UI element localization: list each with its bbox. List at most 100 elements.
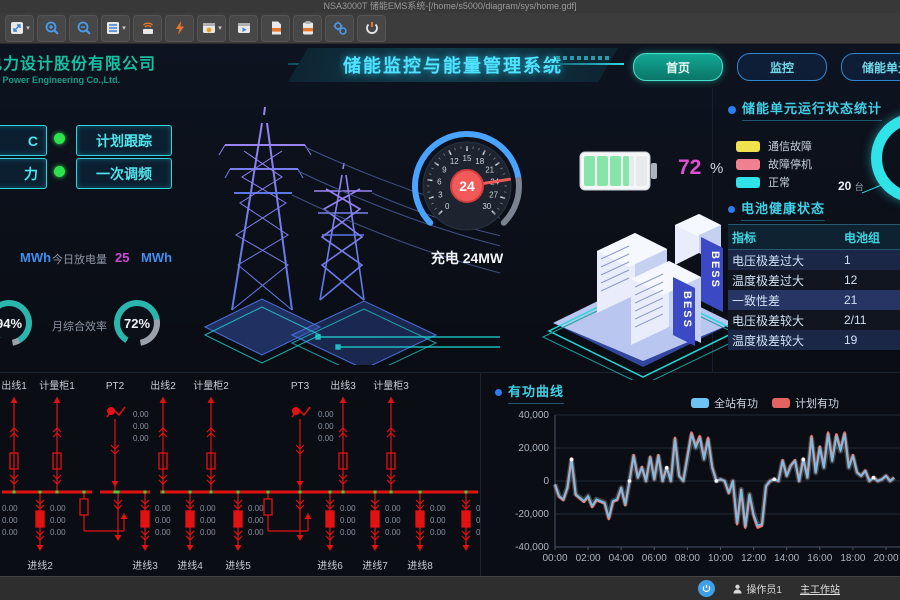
svg-text:0.00: 0.00: [430, 528, 446, 537]
list-menu-button[interactable]: ▾: [101, 15, 130, 42]
svg-text:12:00: 12:00: [741, 553, 766, 564]
svg-text:00:00: 00:00: [542, 553, 567, 564]
svg-text:0.00: 0.00: [133, 410, 149, 419]
display-window-button[interactable]: ▾: [197, 15, 226, 42]
health-col-2: 电池组: [840, 225, 900, 250]
comm-device-button[interactable]: [133, 15, 162, 42]
bottom-feeder-label: 进线6: [317, 559, 343, 572]
main-nav: 首页监控储能单元系统状态: [633, 53, 900, 81]
svg-text:0: 0: [445, 202, 450, 211]
nav-tab-3[interactable]: 储能单元: [841, 53, 900, 81]
discharge-value: 25: [115, 250, 129, 265]
status-section-title: 储能单元运行状态统计: [728, 98, 882, 121]
svg-text:0.00: 0.00: [2, 504, 18, 513]
svg-text:0: 0: [543, 476, 549, 487]
company-logo: 电力设计股份有限公司 gfu Power Engineering Co.,Ltd…: [0, 50, 246, 85]
session-icon[interactable]: [698, 580, 715, 597]
svg-text:08:00: 08:00: [675, 553, 700, 564]
svg-text:02:00: 02:00: [576, 553, 601, 564]
health-row-1[interactable]: 电压极差过大1停: [728, 250, 900, 271]
bottom-feeder-label: 进线5: [225, 559, 251, 572]
svg-text:0.00: 0.00: [340, 528, 356, 537]
zoom-out-icon: [76, 20, 92, 36]
list-menu-icon: [105, 20, 121, 36]
efficiency-gauge-72: 72%: [114, 300, 160, 346]
bottom-feeder-label: 进线4: [177, 559, 203, 572]
health-row-3[interactable]: 一致性差21停: [728, 290, 900, 310]
battery-soc-unit: %: [710, 160, 723, 177]
svg-text:0.00: 0.00: [50, 516, 66, 525]
top-feeder-label: 出线3: [330, 379, 356, 392]
health-section-title: 电池健康状态: [728, 198, 825, 221]
chart-legend-item-2[interactable]: 计划有功: [772, 395, 839, 411]
svg-text:0.00: 0.00: [248, 516, 264, 525]
svg-text:06:00: 06:00: [642, 553, 667, 564]
nav-tab-2[interactable]: 监控: [737, 53, 827, 81]
svg-text:0.00: 0.00: [248, 504, 264, 513]
svg-text:0.00: 0.00: [318, 410, 334, 419]
discharge-unit: MWh: [141, 250, 172, 265]
svg-text:21: 21: [485, 166, 494, 175]
svg-text:BESS: BESS: [681, 291, 693, 329]
plan-tracking-button[interactable]: 计划跟踪: [76, 125, 172, 156]
svg-text:20:00: 20:00: [873, 553, 898, 564]
zoom-out-button[interactable]: [69, 15, 98, 42]
workstation-link[interactable]: 主工作站: [800, 581, 840, 596]
svg-text:0.00: 0.00: [50, 504, 66, 513]
health-row-2[interactable]: 温度极差过大12停: [728, 270, 900, 290]
bottom-feeder-label: 进线2: [27, 559, 53, 572]
system-title: 储能监控与能量管理系统: [343, 52, 563, 78]
svg-text:9: 9: [442, 166, 447, 175]
power-flash-button[interactable]: [165, 15, 194, 42]
top-feeder-label: 出线1: [1, 379, 27, 392]
run-window-icon: [236, 20, 252, 36]
donut-count-label: 20 台: [838, 179, 864, 193]
power-button[interactable]: [357, 15, 386, 42]
charge-power-gauge: 03691215182124273024: [392, 120, 542, 250]
primary-freq-button[interactable]: 一次调频: [76, 158, 172, 189]
window-title: NSA3000T 储能EMS系统-[/home/s5000/diagram/sy…: [0, 0, 900, 13]
mode-button-clipped-2[interactable]: 力: [0, 158, 47, 189]
report-doc-icon: [268, 20, 284, 36]
svg-text:30: 30: [482, 202, 491, 211]
svg-text:12: 12: [450, 157, 459, 166]
health-row-5[interactable]: 温度极差较大19检: [728, 330, 900, 350]
svg-text:0.00: 0.00: [476, 528, 480, 537]
run-window-button[interactable]: [229, 15, 258, 42]
bess-containers-illustration: BESS BESS: [535, 195, 735, 380]
chart-legend-item-1[interactable]: 全站有功: [691, 395, 758, 411]
svg-text:BESS: BESS: [709, 251, 721, 289]
top-feeder-label: PT2: [106, 381, 125, 392]
top-feeder-label: PT3: [291, 381, 310, 392]
power-icon: [364, 20, 380, 36]
operator-indicator[interactable]: 操作员1: [733, 581, 782, 596]
svg-text:10:00: 10:00: [708, 553, 733, 564]
company-name-cn: 电力设计股份有限公司: [0, 50, 246, 74]
svg-text:6: 6: [437, 178, 442, 187]
svg-text:27: 27: [489, 191, 498, 200]
svg-text:0.00: 0.00: [385, 504, 401, 513]
svg-text:0.00: 0.00: [318, 434, 334, 443]
fit-screen-button[interactable]: ▾: [5, 15, 34, 42]
health-row-4[interactable]: 电压极差较大2/11强: [728, 310, 900, 330]
comm-device-icon: [140, 20, 156, 36]
svg-text:14:00: 14:00: [774, 553, 799, 564]
report-doc-button[interactable]: [261, 15, 290, 42]
svg-text:04:00: 04:00: [609, 553, 634, 564]
svg-text:0.00: 0.00: [385, 516, 401, 525]
legend-item-1: 通信故障: [736, 138, 812, 154]
legend-item-3: 正常: [736, 174, 790, 190]
nav-tab-1[interactable]: 首页: [633, 53, 723, 81]
svg-text:0.00: 0.00: [385, 528, 401, 537]
svg-text:24: 24: [459, 178, 475, 194]
top-feeder-label: 计量柜3: [373, 379, 409, 392]
settings-button[interactable]: [325, 15, 354, 42]
month-efficiency-label: 月综合效率: [52, 318, 107, 334]
health-col-1: 指标: [728, 225, 840, 250]
clipboard-button[interactable]: [293, 15, 322, 42]
svg-text:0.00: 0.00: [200, 504, 216, 513]
operator-icon: [733, 584, 742, 594]
legend-item-2: 故障停机: [736, 156, 812, 172]
zoom-in-button[interactable]: [37, 15, 66, 42]
mode-button-clipped-1[interactable]: C: [0, 125, 47, 156]
